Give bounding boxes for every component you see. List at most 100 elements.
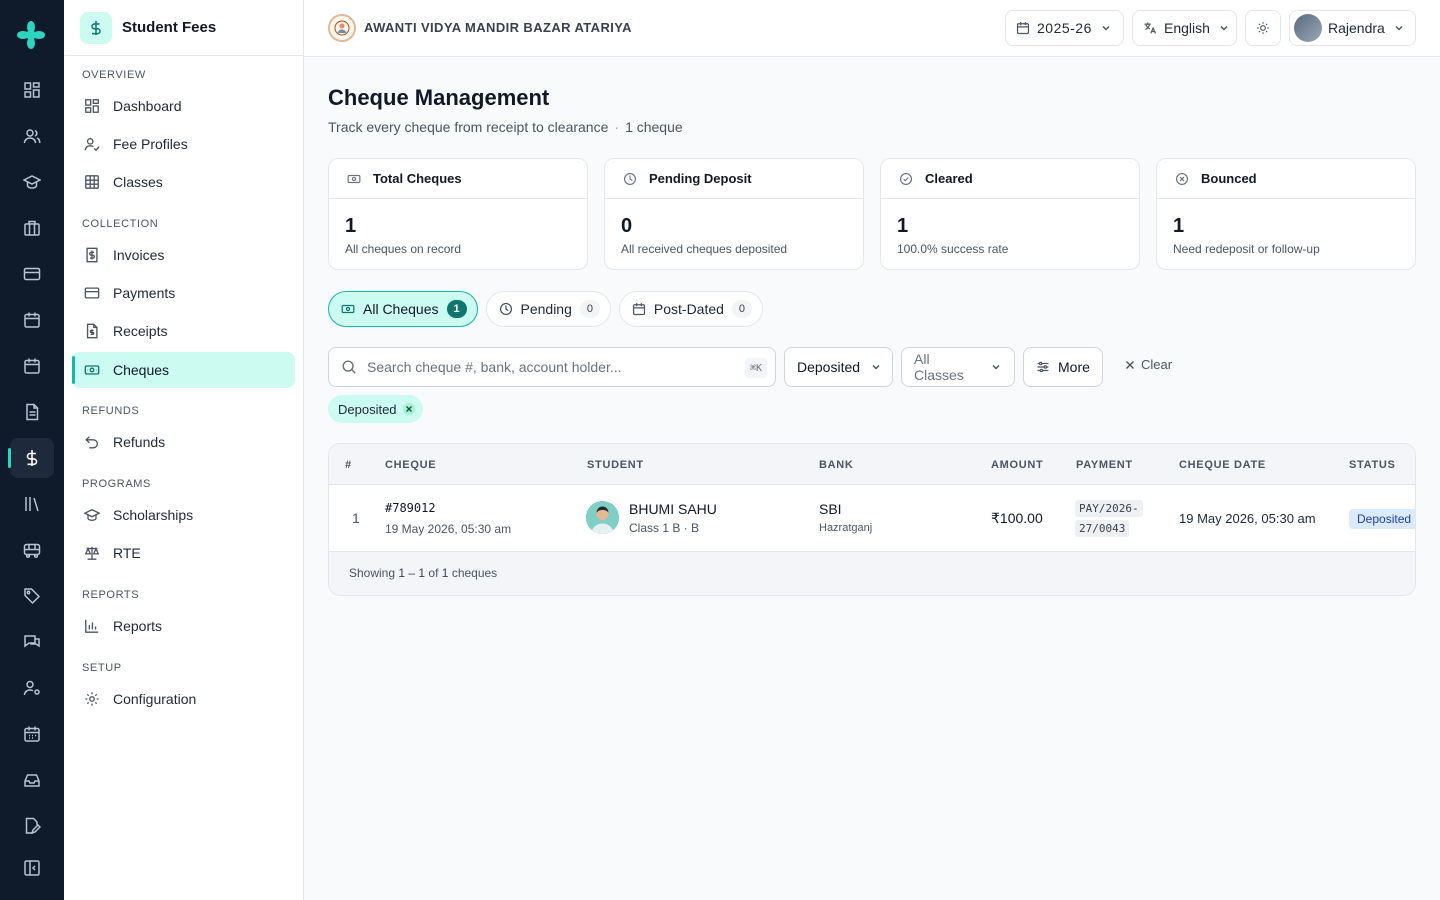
- footer-suffix: cheques: [451, 566, 498, 580]
- cheque-tabs: All Cheques 1 Pending 0 Post-Dated 0: [328, 291, 763, 327]
- sidebar-item-cheques[interactable]: Cheques: [72, 352, 295, 388]
- theme-toggle-button[interactable]: [1245, 10, 1281, 46]
- undo-icon: [84, 434, 100, 450]
- rail-file-edit-icon[interactable]: [10, 806, 54, 846]
- scale-icon: [84, 545, 100, 561]
- cheque-icon: [84, 362, 100, 378]
- stat-title: Total Cheques: [373, 171, 462, 186]
- stat-note: Need redeposit or follow-up: [1173, 242, 1320, 256]
- module-title: Student Fees: [122, 19, 217, 36]
- rail-users-icon[interactable]: [10, 116, 54, 156]
- sidebar-section-programs: PROGRAMS: [82, 478, 151, 490]
- rail-document-icon[interactable]: [10, 392, 54, 432]
- rail-calendar-icon[interactable]: [10, 346, 54, 386]
- cheque-number: #789012: [385, 501, 436, 515]
- footer-of: of: [428, 566, 439, 580]
- tab-pending[interactable]: Pending 0: [485, 291, 611, 327]
- sidebar-item-payments[interactable]: Payments: [72, 275, 295, 311]
- rail-card-icon[interactable]: [10, 254, 54, 294]
- rail-bus-icon[interactable]: [10, 530, 54, 570]
- stat-title: Bounced: [1201, 171, 1257, 186]
- search-icon: [341, 359, 357, 375]
- app-logo-icon[interactable]: [16, 20, 46, 50]
- rail-building-icon[interactable]: [10, 208, 54, 248]
- table-row[interactable]: 1 #789012 19 May 2026, 05:30 am BHUMI SA…: [329, 485, 1415, 552]
- sidebar-item-refunds[interactable]: Refunds: [72, 424, 295, 460]
- rail-calendar-icon[interactable]: [10, 300, 54, 340]
- page-count: 1 cheque: [625, 119, 683, 135]
- stat-value: 1: [897, 215, 909, 237]
- school-logo-icon: [328, 14, 356, 42]
- tab-label: Post-Dated: [653, 301, 724, 317]
- student-name[interactable]: BHUMI SAHU: [629, 501, 717, 517]
- column-header-cheque[interactable]: CHEQUE: [385, 459, 436, 471]
- close-icon: [1124, 359, 1136, 371]
- payment-reference[interactable]: PAY/2026- 27/0043: [1075, 499, 1143, 539]
- academic-year-select[interactable]: 2025-26: [1005, 10, 1124, 46]
- rail-library-icon[interactable]: [10, 484, 54, 524]
- clear-filters-button[interactable]: Clear: [1124, 357, 1172, 372]
- dashboard-icon: [84, 98, 100, 114]
- sidebar-item-reports[interactable]: Reports: [72, 608, 295, 644]
- sidebar-item-configuration[interactable]: Configuration: [72, 681, 295, 717]
- cheque-amount: ₹100.00: [991, 510, 1043, 526]
- top-bar: AWANTI VIDYA MANDIR BAZAR ATARIYA 2025-2…: [304, 0, 1440, 57]
- tab-post-dated[interactable]: Post-Dated 0: [618, 291, 763, 327]
- dollar-icon: [80, 11, 112, 44]
- sidebar-item-label: Reports: [113, 618, 163, 634]
- calendar-icon: [1016, 21, 1030, 35]
- language-select[interactable]: English: [1132, 10, 1237, 46]
- stat-card-cleared: Cleared 1 100.0% success rate: [880, 158, 1140, 270]
- tab-all-cheques[interactable]: All Cheques 1: [328, 291, 478, 327]
- sidebar-item-dashboard[interactable]: Dashboard: [72, 88, 295, 124]
- rail-panel-collapse-icon[interactable]: [10, 848, 54, 888]
- column-header-bank[interactable]: BANK: [819, 459, 854, 471]
- rail-tag-icon[interactable]: [10, 576, 54, 616]
- rail-graduation-cap-icon[interactable]: [10, 162, 54, 202]
- app-rail: [0, 0, 64, 900]
- user-check-icon: [84, 136, 100, 152]
- column-header-cheque-date[interactable]: CHEQUE DATE: [1179, 459, 1266, 471]
- stat-title: Pending Deposit: [649, 171, 752, 186]
- rail-calendar-grid-icon[interactable]: [10, 714, 54, 754]
- status-filter-select[interactable]: Deposited: [784, 347, 893, 387]
- rail-inbox-icon[interactable]: [10, 760, 54, 800]
- receipt-icon: [84, 323, 100, 339]
- rail-dollar-icon[interactable]: [8, 438, 54, 478]
- tab-label: Pending: [520, 301, 572, 317]
- search-input[interactable]: [367, 359, 727, 375]
- column-header-status[interactable]: STATUS: [1349, 459, 1396, 471]
- chevron-down-icon: [990, 361, 1002, 373]
- column-header-student[interactable]: STUDENT: [587, 459, 644, 471]
- sidebar-item-classes[interactable]: Classes: [72, 164, 295, 200]
- rail-dashboard-icon[interactable]: [10, 70, 54, 110]
- column-header-amount[interactable]: AMOUNT: [991, 459, 1043, 471]
- cheque-icon: [347, 172, 361, 186]
- sidebar-item-scholarships[interactable]: Scholarships: [72, 497, 295, 533]
- more-filters-button[interactable]: More: [1023, 347, 1103, 387]
- sidebar-item-label: Scholarships: [113, 507, 194, 523]
- sidebar-item-fee-profiles[interactable]: Fee Profiles: [72, 126, 295, 162]
- rail-chat-icon[interactable]: [10, 622, 54, 662]
- sidebar-item-receipts[interactable]: Receipts: [72, 313, 295, 349]
- sidebar-item-label: Payments: [113, 285, 176, 301]
- column-header-payment[interactable]: PAYMENT: [1076, 459, 1133, 471]
- sidebar-item-invoices[interactable]: Invoices: [72, 237, 295, 273]
- language-value: English: [1164, 20, 1210, 36]
- sidebar-section-collection: COLLECTION: [82, 218, 159, 230]
- rail-user-settings-icon[interactable]: [10, 668, 54, 708]
- active-filter-label: Deposited: [338, 401, 397, 417]
- remove-filter-icon[interactable]: [402, 403, 415, 415]
- sidebar-item-rte[interactable]: RTE: [72, 535, 295, 571]
- stat-card-pending: Pending Deposit 0 All received cheques d…: [604, 158, 864, 270]
- sidebar-item-label: Classes: [113, 174, 163, 190]
- sidebar-item-label: Refunds: [113, 434, 166, 450]
- card-icon: [84, 285, 100, 301]
- user-menu-button[interactable]: Rajendra: [1289, 10, 1416, 46]
- stat-card-bounced: Bounced 1 Need redeposit or follow-up: [1156, 158, 1416, 270]
- class-filter-select[interactable]: All Classes: [901, 347, 1015, 387]
- page-title: Cheque Management: [328, 85, 550, 110]
- cheques-table: # CHEQUE STUDENT BANK AMOUNT PAYMENT CHE…: [328, 443, 1416, 596]
- stat-card-total: Total Cheques 1 All cheques on record: [328, 158, 588, 270]
- footer-prefix: Showing: [349, 566, 396, 580]
